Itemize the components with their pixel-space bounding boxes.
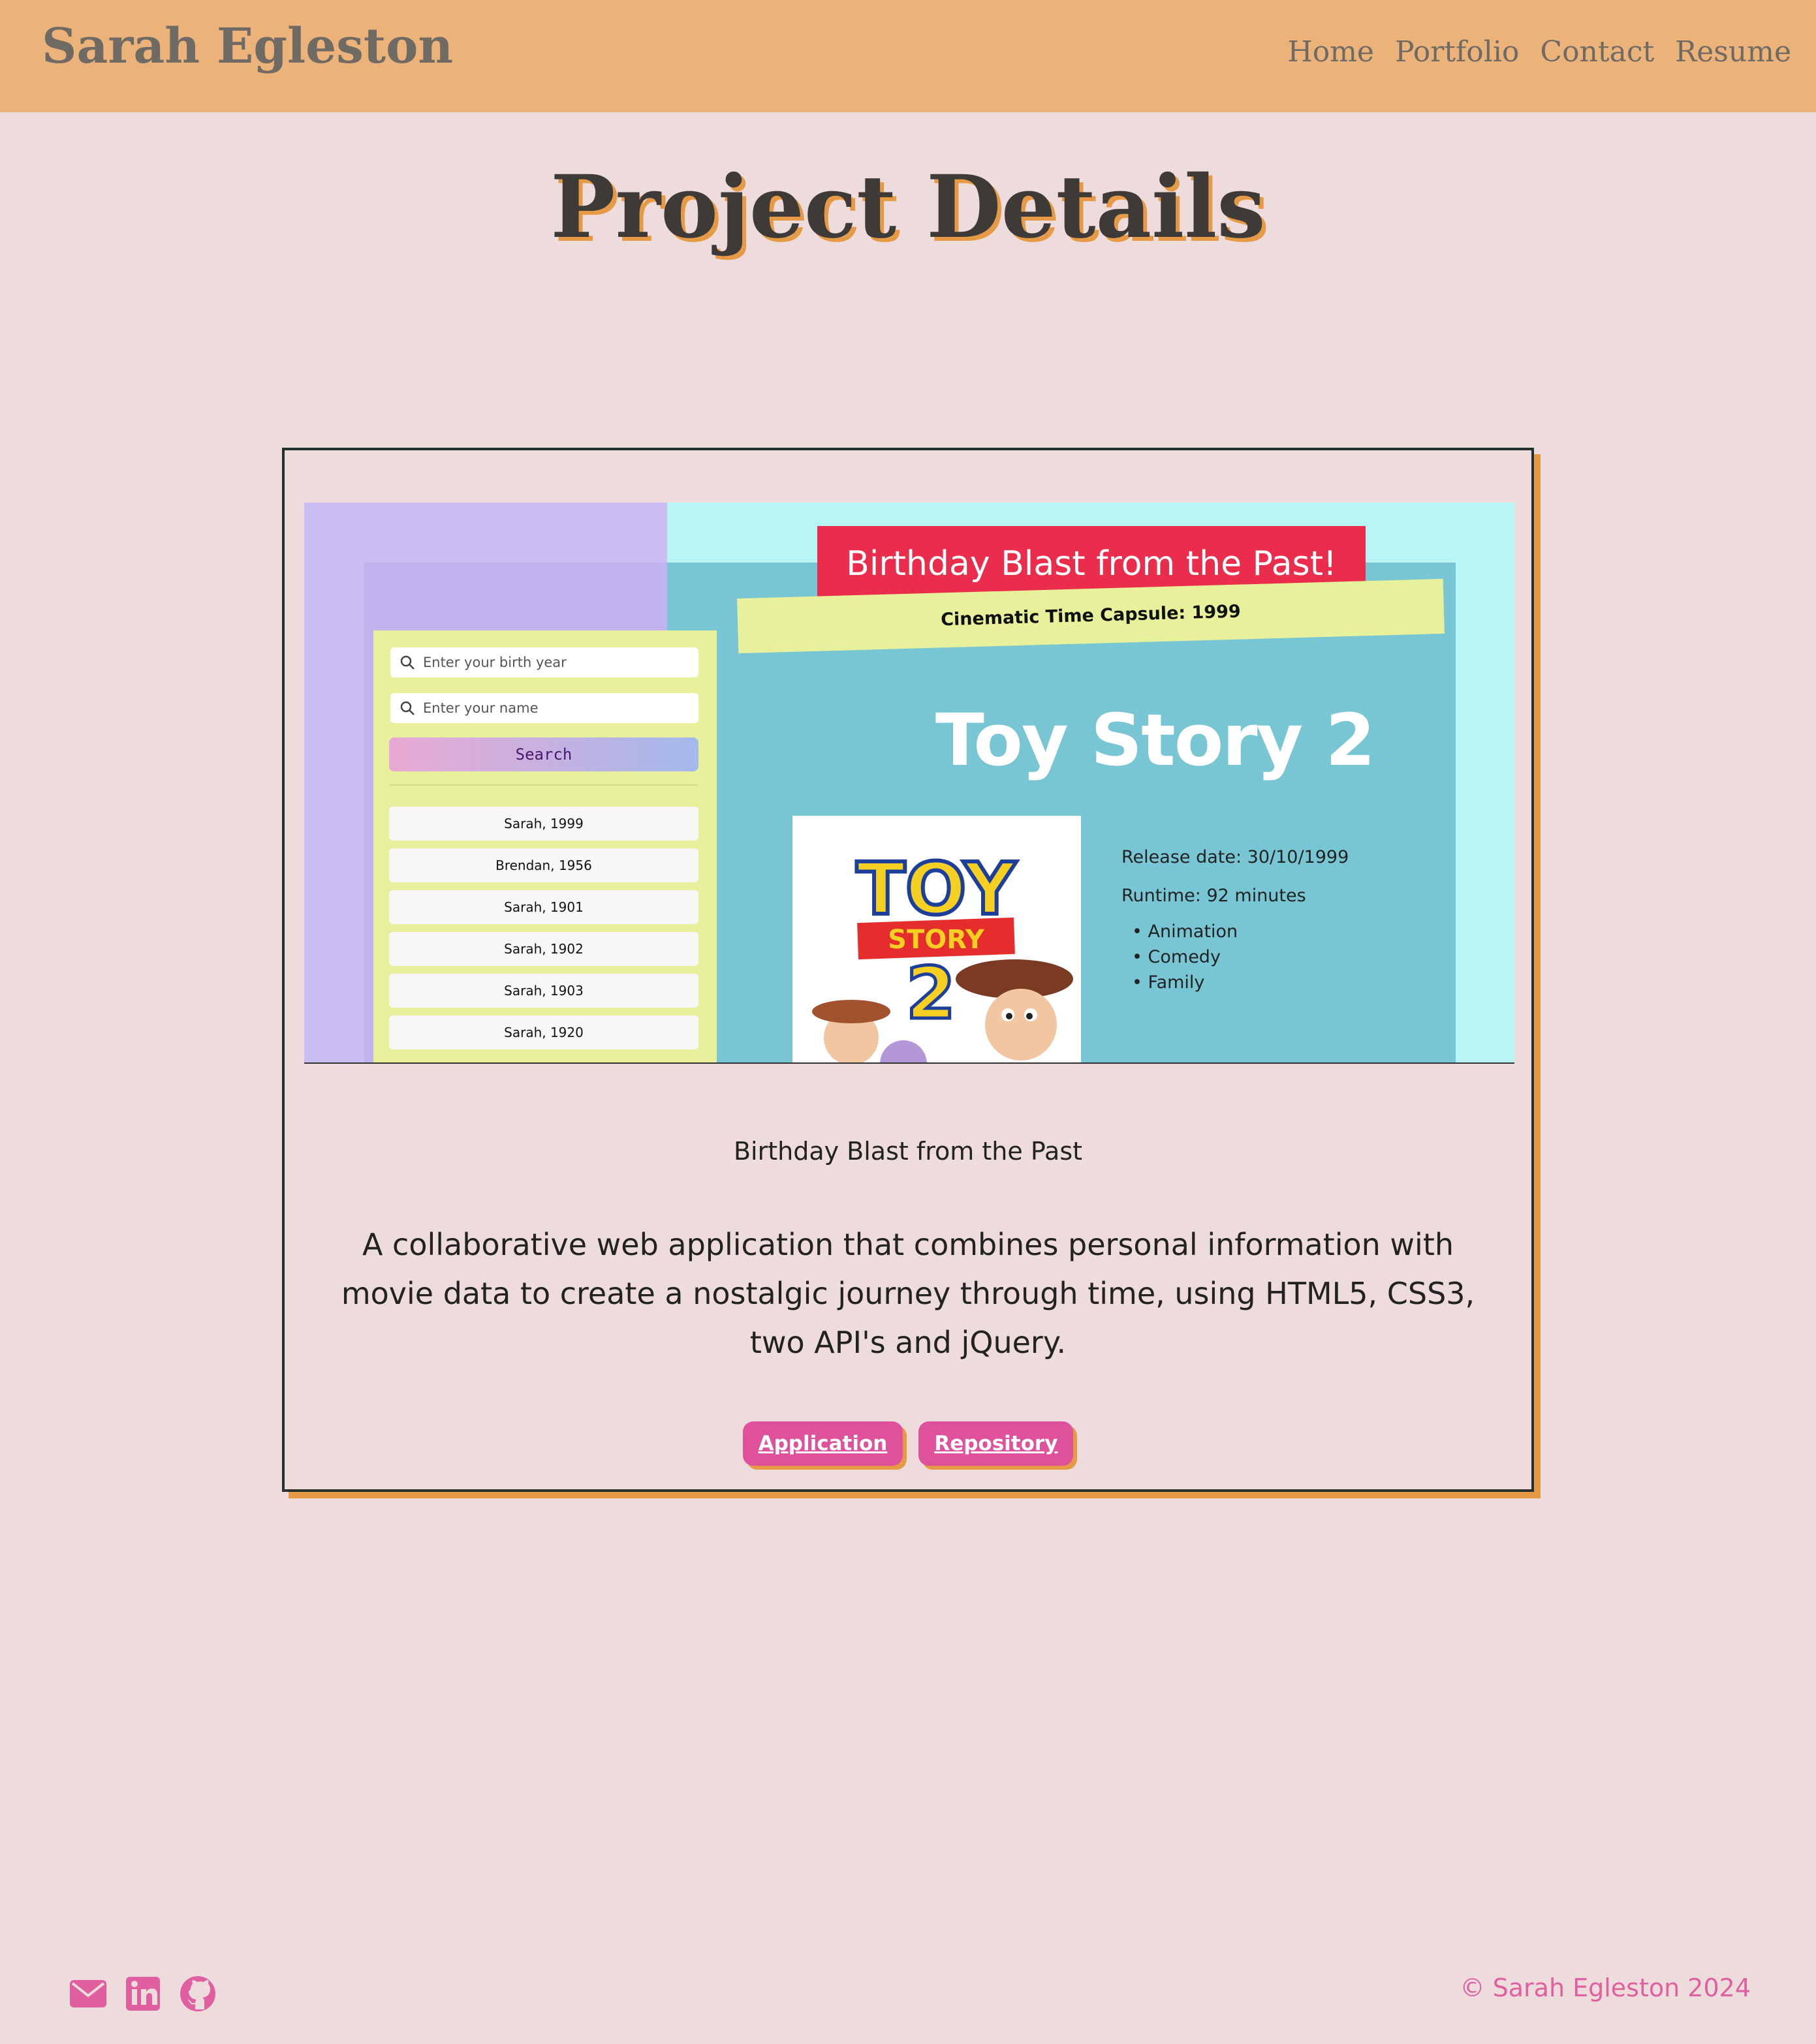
screenshot-movie-meta: Release date: 30/10/1999 Runtime: 92 min… (1121, 847, 1349, 995)
project-screenshot: Birthday Blast from the Past! Cinematic … (304, 503, 1514, 1064)
screenshot-divider (389, 784, 698, 786)
genre-item: Animation (1132, 919, 1349, 944)
nav-home-link[interactable]: Home (1287, 35, 1374, 69)
top-navbar: Sarah Egleston Home Portfolio Contact Re… (0, 0, 1816, 112)
poster-toy-text: TOY (856, 847, 1017, 931)
search-icon (400, 655, 415, 670)
copyright-text: © Sarah Egleston 2024 (1460, 1974, 1751, 2002)
release-date: Release date: 30/10/1999 (1121, 847, 1349, 867)
project-name: Birthday Blast from the Past (733, 1137, 1083, 1166)
linkedin-icon[interactable] (124, 1975, 162, 2013)
project-buttons: Application Repository (285, 1421, 1531, 1466)
poster-number-text: 2 (906, 952, 956, 1035)
name-placeholder: Enter your name (423, 700, 539, 716)
footer-social-links (69, 1975, 217, 2013)
brand-name[interactable]: Sarah Egleston (42, 18, 453, 74)
nav-resume-link[interactable]: Resume (1675, 35, 1791, 69)
genre-item: Comedy (1132, 944, 1349, 970)
screenshot-search-panel: Enter your birth year Enter your name Se… (373, 630, 717, 1062)
github-icon[interactable] (179, 1975, 217, 2013)
movie-poster: TOY STORY 2 (792, 816, 1081, 1062)
screenshot-history-list: Sarah, 1999 Brendan, 1956 Sarah, 1901 Sa… (389, 807, 698, 1057)
history-item: Sarah, 1920 (389, 1015, 698, 1049)
history-item: Brendan, 1956 (389, 848, 698, 882)
search-icon (400, 701, 415, 715)
repository-button[interactable]: Repository (918, 1421, 1074, 1466)
genre-item: Family (1132, 970, 1349, 995)
screenshot-name-input: Enter your name (390, 693, 698, 723)
page-title: Project Details (550, 157, 1266, 258)
screenshot-search-button: Search (389, 737, 698, 771)
history-item: Sarah, 1999 (389, 807, 698, 841)
birth-year-placeholder: Enter your birth year (423, 655, 567, 670)
envelope-icon[interactable] (69, 1975, 107, 2013)
project-card: Birthday Blast from the Past! Cinematic … (282, 448, 1534, 1492)
screenshot-birth-year-input: Enter your birth year (390, 647, 698, 677)
nav-contact-link[interactable]: Contact (1540, 35, 1654, 69)
project-description: A collaborative web application that com… (341, 1227, 1475, 1360)
runtime: Runtime: 92 minutes (1121, 886, 1306, 906)
screenshot-movie-title: Toy Story 2 (935, 698, 1375, 782)
poster-story-text: STORY (888, 925, 985, 955)
history-item: Sarah, 1903 (389, 974, 698, 1008)
genre-list: Animation Comedy Family (1132, 919, 1349, 995)
application-button[interactable]: Application (742, 1421, 903, 1466)
history-item: Sarah, 1901 (389, 890, 698, 924)
poster-art: TOY STORY 2 (792, 816, 1081, 1062)
history-item: Sarah, 1902 (389, 932, 698, 966)
nav-portfolio-link[interactable]: Portfolio (1395, 35, 1519, 69)
main-nav: Home Portfolio Contact Resume (1287, 35, 1791, 69)
